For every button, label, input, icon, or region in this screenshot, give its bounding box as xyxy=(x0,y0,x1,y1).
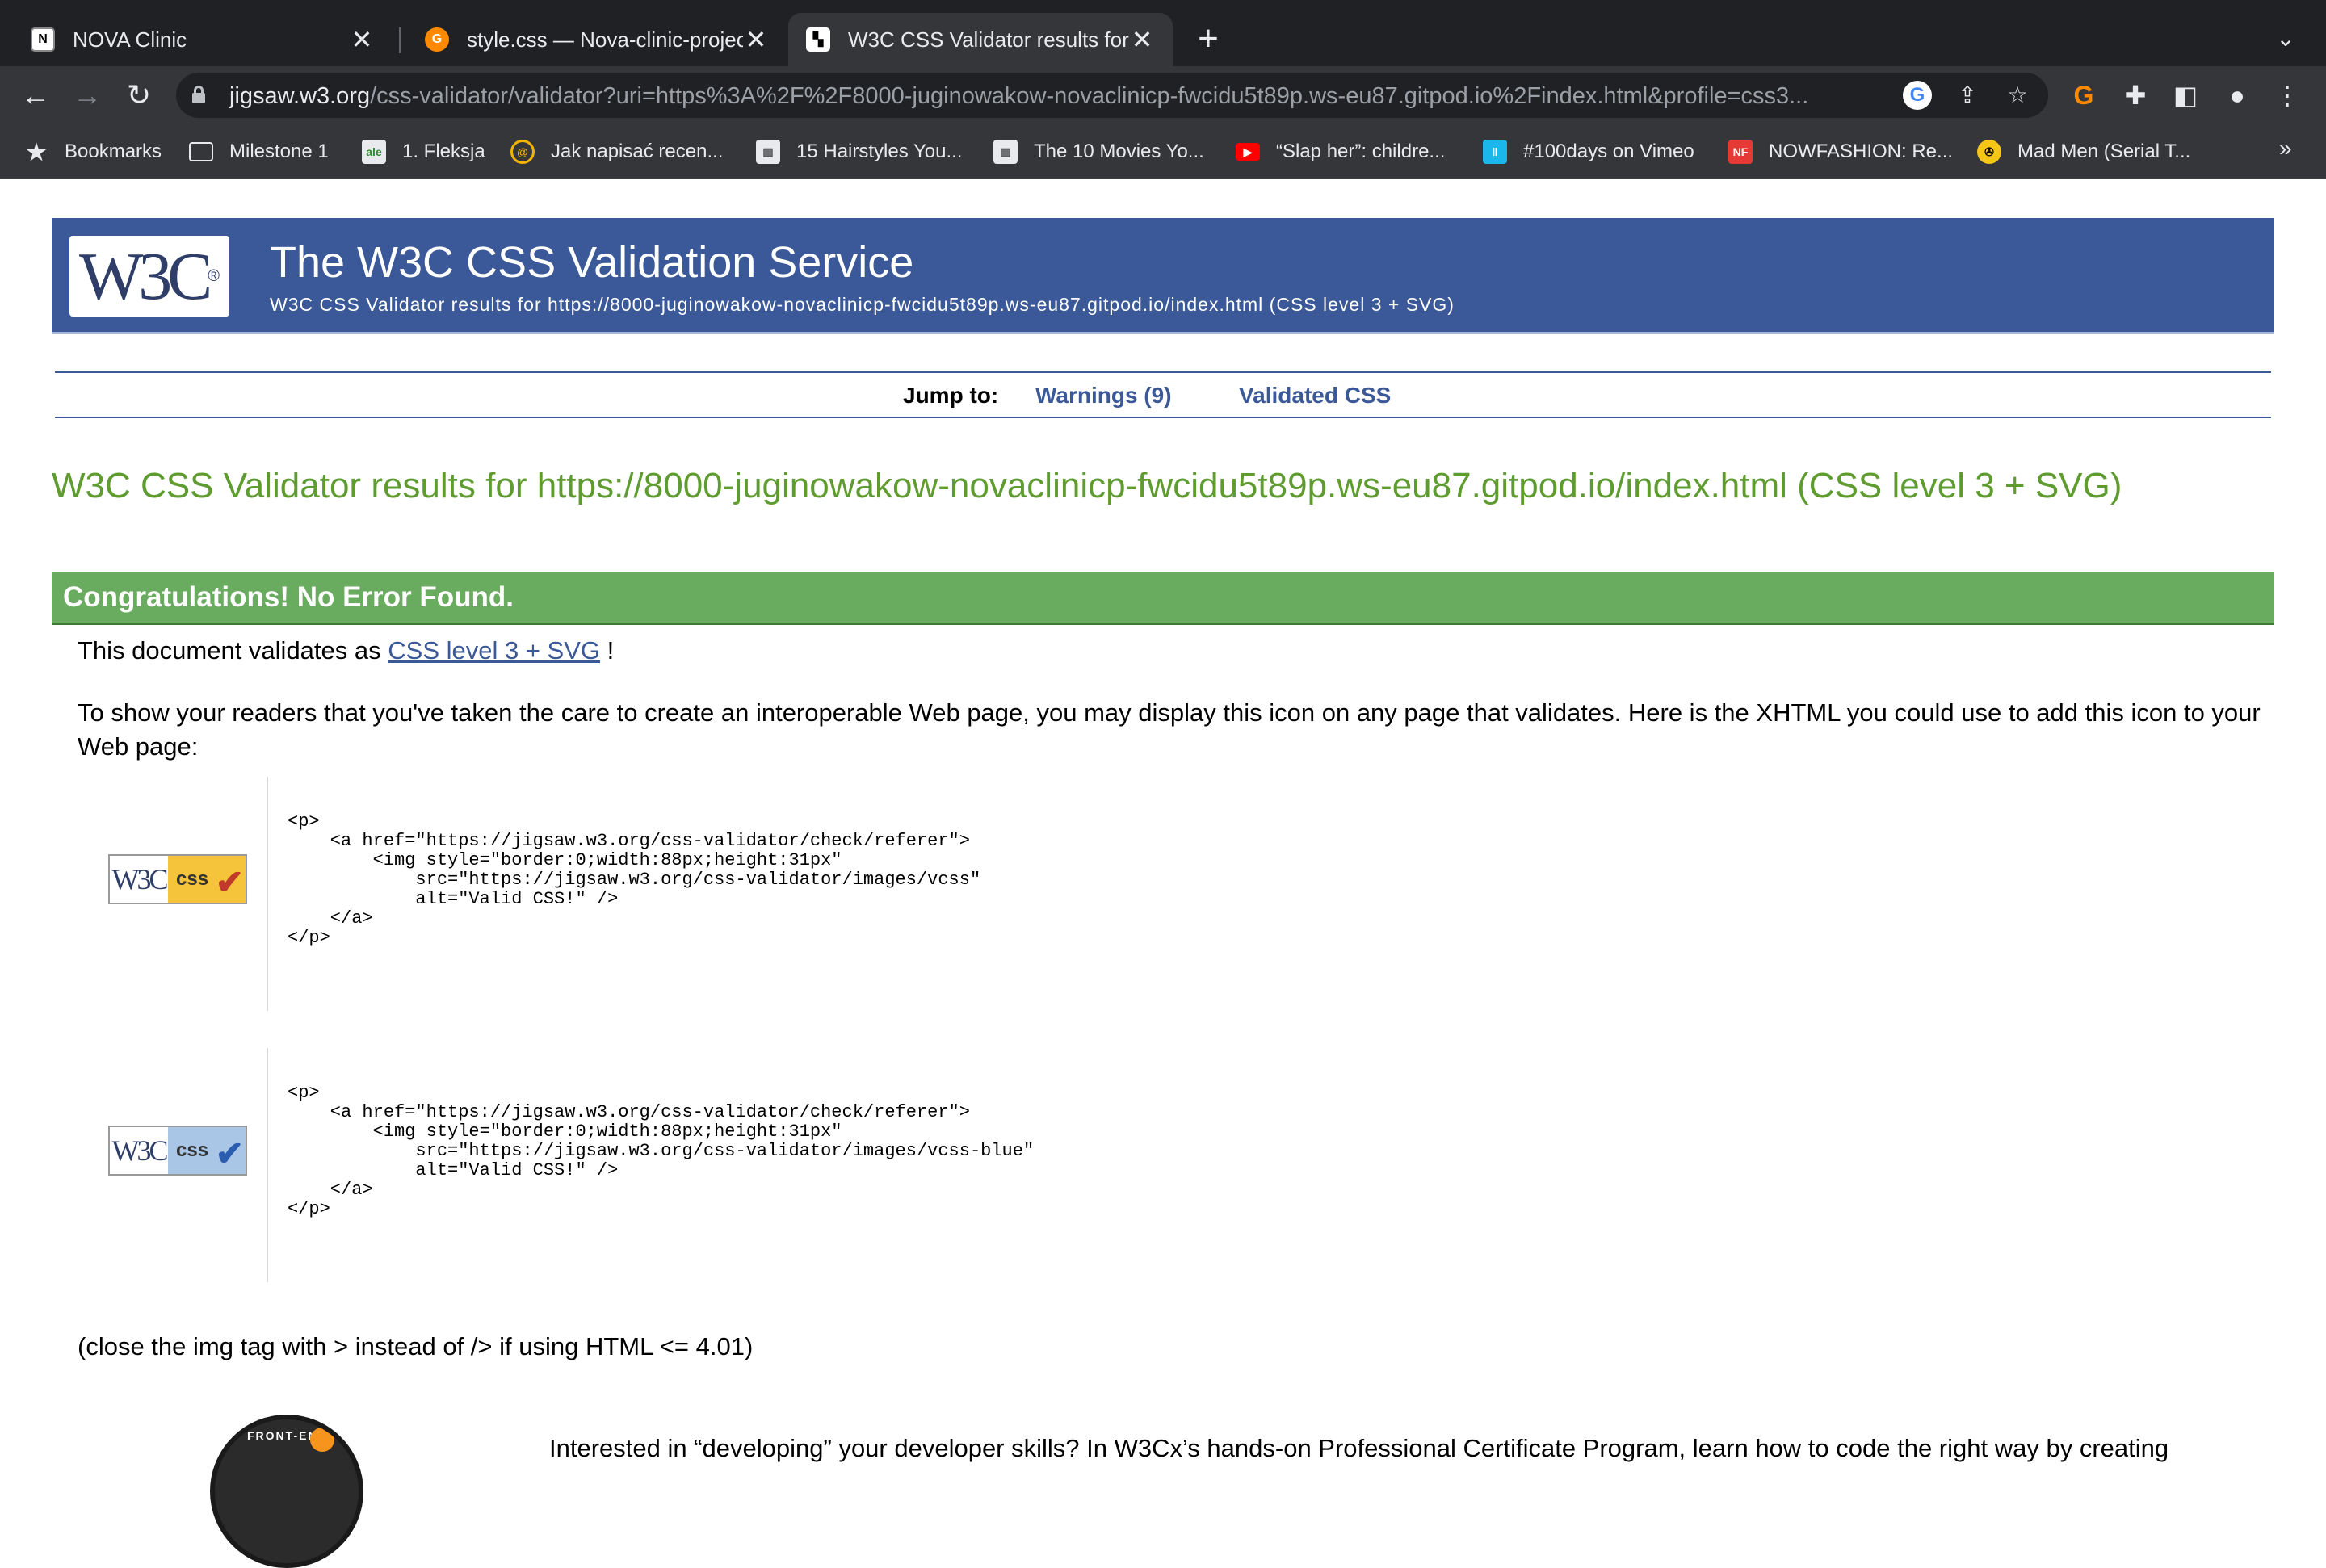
url-text[interactable]: jigsaw.w3.org/css-validator/validator?ur… xyxy=(229,83,1925,110)
bookmark-item[interactable]: ★ Bookmarks xyxy=(24,136,162,168)
bookmark-star-icon[interactable]: ☆ xyxy=(2003,81,2032,110)
badge-code-snippet[interactable]: <p> <a href="https://jigsaw.w3.org/css-v… xyxy=(288,812,980,948)
valid-css-badge-gold[interactable]: W3C css ✔ xyxy=(108,854,247,904)
gitpod-favicon: G xyxy=(425,27,449,52)
forward-arrow-icon[interactable]: → xyxy=(69,78,105,113)
results-heading: W3C CSS Validator results for https://80… xyxy=(52,466,2122,505)
badge-code-block-gold: W3C css ✔ <p> <a href="https://jigsaw.w3… xyxy=(84,777,1215,1011)
page-content: W3C ® The W3C CSS Validation Service W3C … xyxy=(0,179,2326,1568)
tab-nova-clinic[interactable]: N NOVA Clinic ✕ xyxy=(13,13,393,66)
film-icon: ✇ xyxy=(1977,140,2001,164)
jump-label: Jump to: xyxy=(903,383,999,408)
checkmark-icon: ✔ xyxy=(215,1134,244,1172)
warnings-link[interactable]: Warnings (9) xyxy=(1035,383,1172,409)
close-img-note: (close the img tag with > instead of /> … xyxy=(78,1332,754,1360)
back-arrow-icon[interactable]: ← xyxy=(18,78,53,113)
validates-paragraph: This document validates as CSS level 3 +… xyxy=(78,636,615,665)
bookmark-item[interactable]: ale 1. Fleksja xyxy=(362,136,485,168)
bookmark-item[interactable]: NF NOWFASHION: Re... xyxy=(1728,136,1953,168)
bookmarks-bar: ★ Bookmarks Milestone 1 ale 1. Fleksja @… xyxy=(0,124,2326,179)
browser-toolbar: ← → ↻ jigsaw.w3.org/css-validator/valida… xyxy=(0,66,2326,124)
gitpod-extension-icon[interactable]: G xyxy=(2066,78,2101,113)
icon-info-paragraph: To show your readers that you've taken t… xyxy=(78,698,2261,761)
valid-css-badge-blue[interactable]: W3C css ✔ xyxy=(108,1126,247,1176)
menu-kebab-icon[interactable]: ⋮ xyxy=(2269,78,2305,113)
side-panel-icon[interactable]: ◧ xyxy=(2168,78,2203,113)
folder-icon xyxy=(189,142,213,161)
banner-title[interactable]: The W3C CSS Validation Service xyxy=(270,237,913,287)
bookmark-item[interactable]: ‖ #100days on Vimeo xyxy=(1483,136,1694,168)
extensions-puzzle-icon[interactable]: ✚ xyxy=(2118,78,2153,113)
badge-code-block-blue: W3C css ✔ <p> <a href="https://jigsaw.w3… xyxy=(84,1048,1215,1282)
w3c-favicon: ▚ xyxy=(806,27,830,52)
tab-w3c-validator[interactable]: ▚ W3C CSS Validator results for h ✕ xyxy=(788,13,1173,66)
nova-clinic-favicon: N xyxy=(31,27,55,52)
checkmark-icon: ✔ xyxy=(215,863,244,901)
bookmark-item[interactable]: @ Jak napisać recen... xyxy=(510,136,723,168)
tab-strip: N NOVA Clinic ✕ G style.css — Nova-clini… xyxy=(0,0,2326,66)
css-level-link[interactable]: CSS level 3 + SVG xyxy=(388,636,600,665)
share-icon[interactable]: ⇪ xyxy=(1953,81,1982,110)
bookmark-item[interactable]: ▶ “Slap her”: childre... xyxy=(1236,136,1445,168)
star-icon: ★ xyxy=(26,139,47,165)
bookmark-item[interactable]: Milestone 1 xyxy=(189,136,329,168)
jump-navigation: Jump to: Warnings (9) Validated CSS xyxy=(55,371,2271,418)
profile-avatar-icon[interactable]: ● xyxy=(2219,78,2255,113)
tab-style-css[interactable]: G style.css — Nova-clinic-project ✕ xyxy=(407,13,787,66)
site-icon: ▥ xyxy=(756,140,780,164)
validator-banner: W3C ® The W3C CSS Validation Service W3C … xyxy=(52,218,2274,334)
promo-paragraph: Interested in “developing” your develope… xyxy=(549,1434,2169,1462)
badge-cell: W3C css ✔ xyxy=(84,777,268,1011)
close-tab-icon[interactable]: ✕ xyxy=(1129,24,1155,55)
reload-icon[interactable]: ↻ xyxy=(121,78,157,113)
w3cx-front-end-badge[interactable]: FRONT-END xyxy=(210,1415,363,1568)
browser-chrome: N NOVA Clinic ✕ G style.css — Nova-clini… xyxy=(0,0,2326,179)
spiral-icon: @ xyxy=(510,140,535,164)
tab-search-chevron-icon[interactable]: ⌄ xyxy=(2269,23,2302,55)
badge-code-snippet[interactable]: <p> <a href="https://jigsaw.w3.org/css-v… xyxy=(288,1084,1034,1219)
tab-separator xyxy=(399,27,401,53)
bookmarks-overflow-chevron-icon[interactable]: » xyxy=(2279,136,2292,161)
close-tab-icon[interactable]: ✕ xyxy=(743,24,769,55)
youtube-icon: ▶ xyxy=(1236,143,1260,161)
vimeo-icon: ‖ xyxy=(1483,140,1507,164)
banner-subtitle: W3C CSS Validator results for https://80… xyxy=(270,294,1455,315)
new-tab-button[interactable]: + xyxy=(1189,19,1228,58)
lock-icon[interactable] xyxy=(192,86,205,103)
bookmark-item[interactable]: ✇ Mad Men (Serial T... xyxy=(1977,136,2190,168)
validated-css-link[interactable]: Validated CSS xyxy=(1239,383,1391,409)
congratulations-banner: Congratulations! No Error Found. xyxy=(52,572,2274,625)
badge-cell: W3C css ✔ xyxy=(84,1048,268,1282)
address-bar[interactable]: jigsaw.w3.org/css-validator/validator?ur… xyxy=(176,73,2048,118)
ale-icon: ale xyxy=(362,140,386,164)
site-icon: ▥ xyxy=(993,140,1018,164)
bookmark-item[interactable]: ▥ The 10 Movies Yo... xyxy=(993,136,1204,168)
w3c-logo[interactable]: W3C ® xyxy=(69,236,229,317)
bookmark-item[interactable]: ▥ 15 Hairstyles You... xyxy=(756,136,962,168)
nf-icon: NF xyxy=(1728,140,1753,164)
google-lens-icon[interactable]: G xyxy=(1903,81,1932,110)
close-tab-icon[interactable]: ✕ xyxy=(349,24,375,55)
